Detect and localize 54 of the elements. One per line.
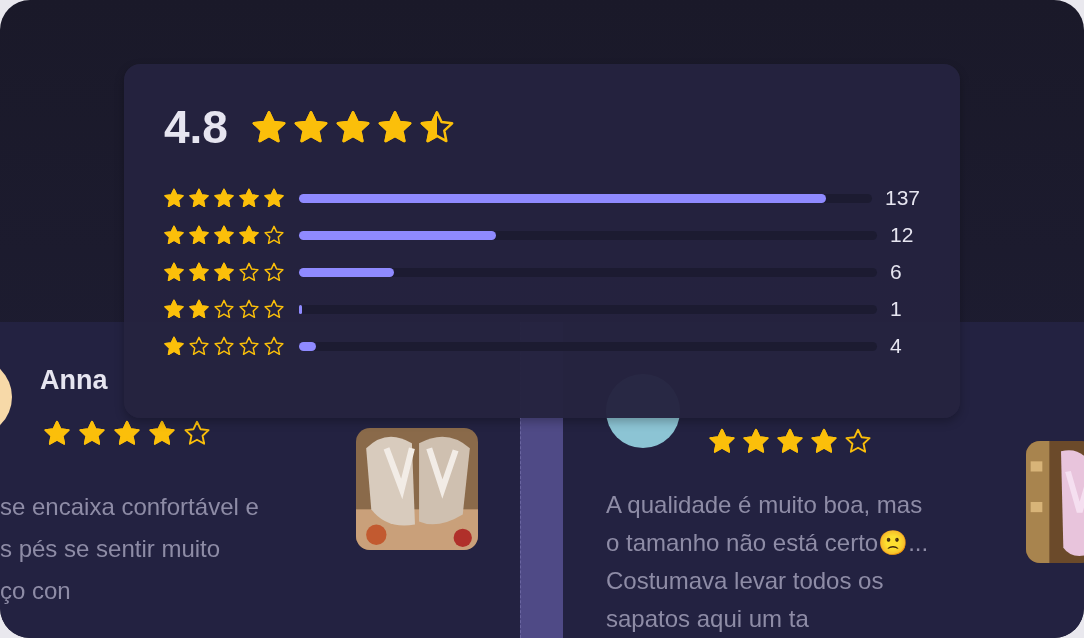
star-icon: [189, 262, 209, 282]
average-rating: 4.8: [164, 104, 228, 150]
star-outline-icon: [214, 336, 234, 356]
review-text: ço con: [0, 576, 72, 606]
review-text: s pés se sentir muito: [0, 534, 222, 564]
star-outline-icon: [189, 336, 209, 356]
star-icon: [377, 110, 412, 144]
star-icon: [164, 262, 184, 282]
star-icon: [44, 420, 70, 446]
star-outline-icon: [239, 299, 259, 319]
star-outline-icon: [845, 428, 871, 454]
star-icon: [214, 188, 234, 208]
rating-count: 12: [890, 222, 914, 249]
star-icon: [239, 225, 259, 245]
rating-count: 6: [890, 259, 902, 286]
star-outline-icon: [184, 420, 210, 446]
star-icon: [743, 428, 769, 454]
review-text: o tamanho não está certo🙁...: [606, 528, 929, 558]
star-icon: [189, 299, 209, 319]
star-icon: [189, 188, 209, 208]
star-icon: [777, 428, 803, 454]
reviewer-name: Anna: [40, 363, 108, 397]
star-icon: [251, 110, 286, 144]
star-outline-icon: [214, 299, 234, 319]
star-icon: [239, 188, 259, 208]
review-text: se encaixa confortável e: [0, 492, 259, 522]
star-outline-icon: [264, 225, 284, 245]
star-icon: [214, 262, 234, 282]
review-text: A qualidade é muito boa, mas: [606, 490, 924, 520]
star-icon: [214, 225, 234, 245]
rating-count: 1: [890, 296, 902, 323]
star-icon: [114, 420, 140, 446]
star-icon: [164, 299, 184, 319]
star-outline-icon: [264, 262, 284, 282]
star-icon: [164, 225, 184, 245]
star-icon: [811, 428, 837, 454]
star-icon: [293, 110, 328, 144]
rating-count: 4: [890, 333, 902, 360]
star-icon: [335, 110, 370, 144]
review-text: Costumava levar todos os: [606, 566, 885, 596]
star-icon: [149, 420, 175, 446]
star-icon: [164, 336, 184, 356]
star-icon: [709, 428, 735, 454]
star-icon: [164, 188, 184, 208]
star-outline-icon: [239, 262, 259, 282]
review-text: sapatos aqui um ta: [606, 604, 810, 634]
star-outline-icon: [239, 336, 259, 356]
star-outline-icon: [264, 299, 284, 319]
star-outline-icon: [264, 336, 284, 356]
star-icon: [189, 225, 209, 245]
half-star-icon: [419, 110, 454, 144]
star-icon: [264, 188, 284, 208]
rating-count: 137: [884, 185, 920, 212]
star-icon: [79, 420, 105, 446]
